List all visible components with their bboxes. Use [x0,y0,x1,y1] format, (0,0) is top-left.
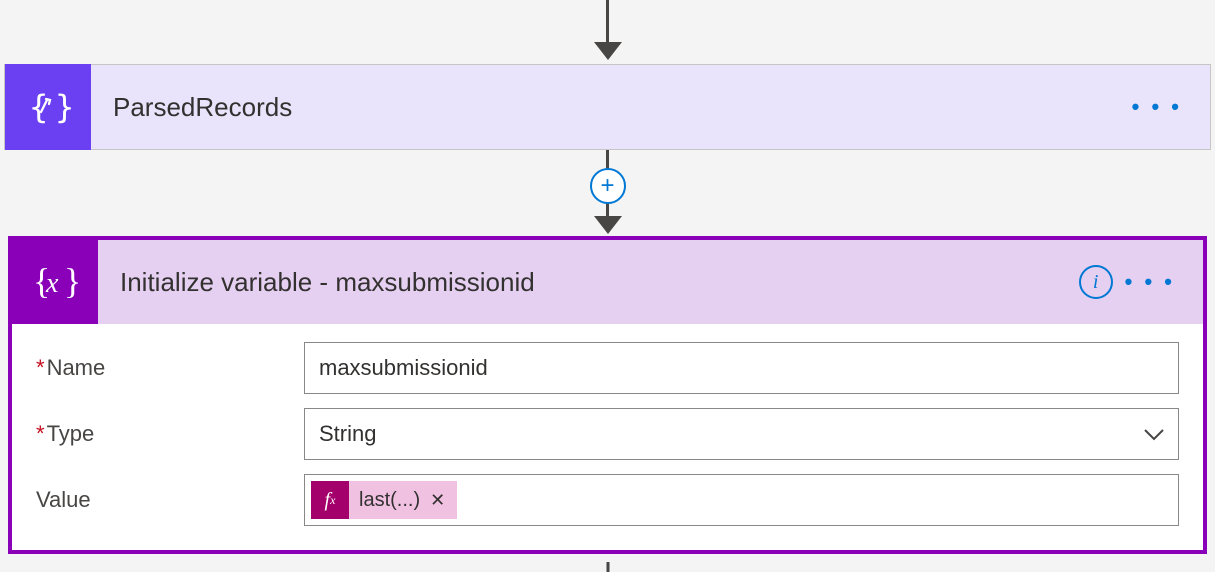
remove-token-button[interactable]: ✕ [430,490,457,511]
action-card-parsedrecords[interactable]: { } ParsedRecords • • • [4,64,1211,150]
connector-outgoing [606,562,609,572]
ellipsis-icon[interactable]: • • • [1132,94,1182,120]
action-card-initialize-variable: { } x Initialize variable - maxsubmissio… [8,236,1207,554]
arrowhead-icon [594,216,622,234]
ellipsis-icon[interactable]: • • • [1125,269,1175,295]
card-header[interactable]: { } x Initialize variable - maxsubmissio… [12,240,1203,324]
svg-text:{: { [29,88,48,126]
name-input[interactable] [304,342,1179,394]
field-row-type: *Type String [36,408,1179,460]
field-row-value: Value fx last(...) ✕ [36,474,1179,526]
type-select[interactable]: String [304,408,1179,460]
card-title: ParsedRecords [91,92,1132,123]
field-label: Value [36,487,304,513]
svg-text:x: x [45,268,59,299]
fx-icon: fx [311,481,349,519]
token-label: last(...) [349,489,430,512]
expression-token[interactable]: fx last(...) ✕ [311,481,457,519]
svg-text:}: } [64,261,80,301]
required-marker: * [36,355,45,380]
chevron-down-icon [1144,421,1164,447]
variable-icon: { } x [12,240,98,324]
select-value: String [319,421,376,447]
card-body: *Name *Type String Value fx [12,324,1203,550]
data-operations-icon: { } [5,64,91,150]
field-row-name: *Name [36,342,1179,394]
field-label: *Name [36,355,304,381]
plus-icon: + [600,172,614,200]
info-icon[interactable]: i [1079,265,1113,299]
arrowhead-icon [594,42,622,60]
card-title: Initialize variable - maxsubmissionid [98,267,1079,298]
required-marker: * [36,421,45,446]
field-label: *Type [36,421,304,447]
svg-text:}: } [55,88,71,126]
add-step-button[interactable]: + [590,168,626,204]
value-input[interactable]: fx last(...) ✕ [304,474,1179,526]
connector-incoming [594,0,622,60]
